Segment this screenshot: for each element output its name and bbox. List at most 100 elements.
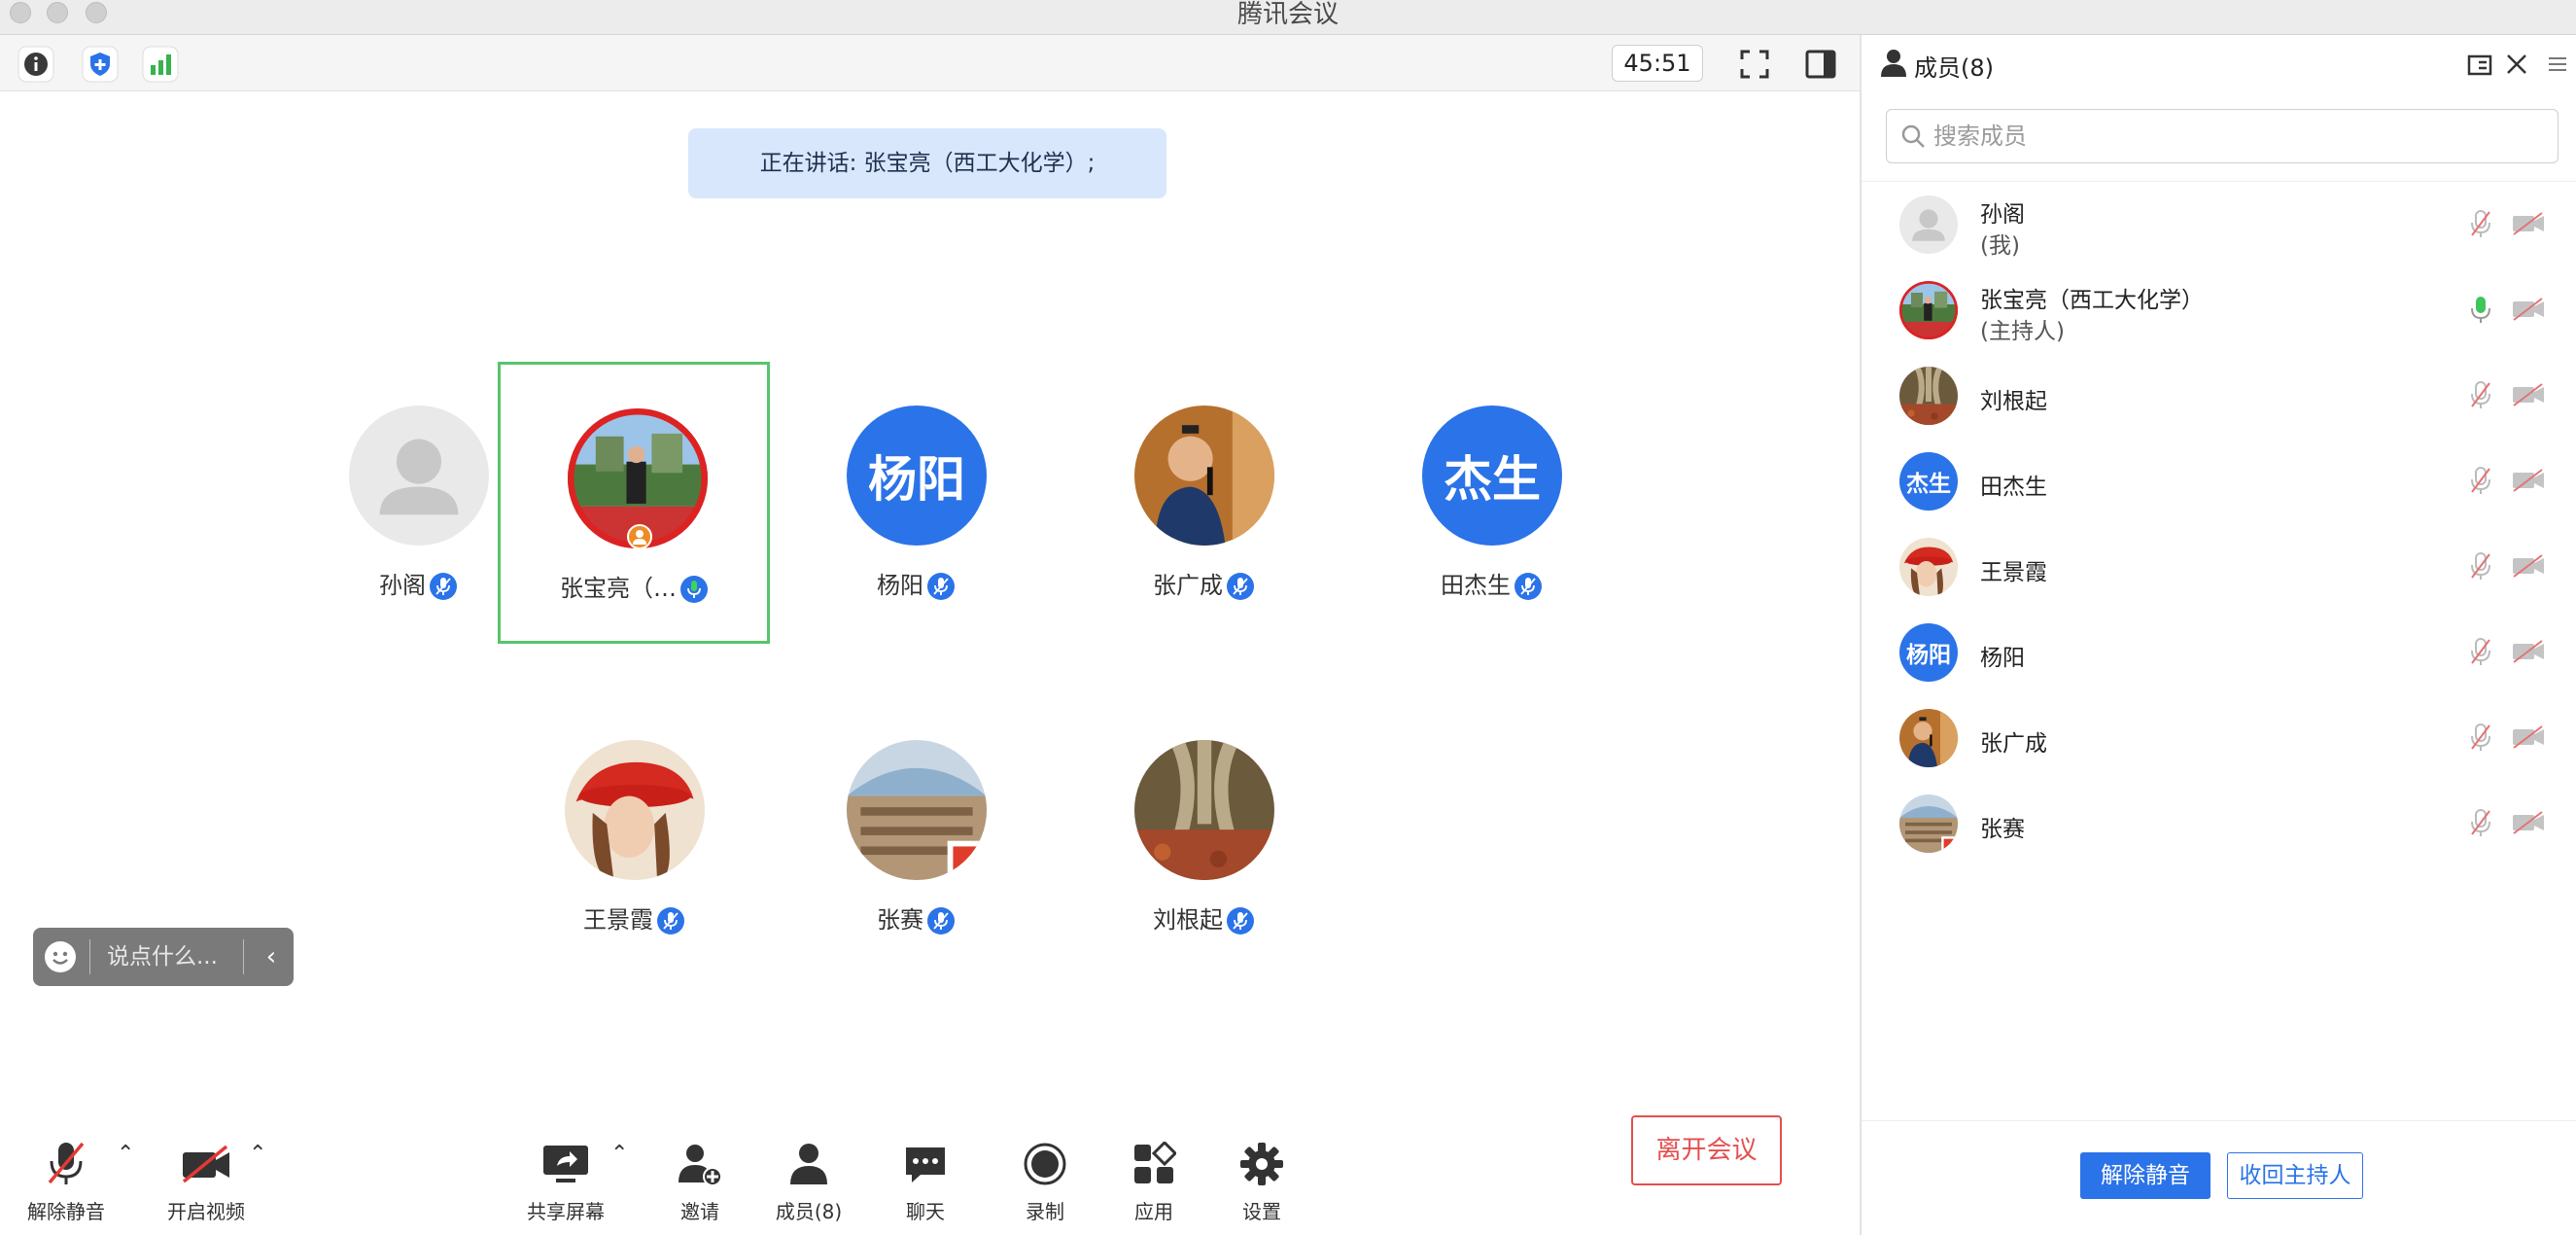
bottom-control-bar: 解除静音 ⌃ 开启视频 ⌃ 共享屏幕 ⌃ 邀请 成员(8) 聊天 录制 应用 设… (0, 1120, 1860, 1235)
camera-off-icon[interactable] (2511, 810, 2546, 839)
avatar (1899, 794, 1958, 853)
share-options-chevron-icon[interactable]: ⌃ (610, 1142, 628, 1166)
member-row[interactable]: 刘根起 (1862, 353, 2576, 439)
member-role: (主持人) (1980, 319, 2065, 344)
start-video-button[interactable]: 开启视频 (161, 1120, 251, 1227)
mic-active-icon[interactable] (2469, 295, 2492, 328)
camera-off-icon[interactable] (2511, 297, 2546, 326)
avatar: 杰生 (1422, 406, 1562, 546)
divider (243, 939, 244, 974)
close-icon[interactable] (2503, 51, 2530, 82)
member-name: 孙阁 (1980, 202, 2025, 228)
mic-muted-icon[interactable] (2469, 808, 2492, 841)
leave-meeting-button[interactable]: 离开会议 (1631, 1115, 1782, 1185)
member-name: 杨阳 (1980, 646, 2025, 671)
camera-off-icon (180, 1140, 232, 1188)
member-search-input[interactable]: 搜索成员 (1886, 109, 2559, 163)
mic-muted-icon (40, 1140, 92, 1188)
participant-tile[interactable]: 张广成 (1067, 362, 1340, 644)
popout-icon[interactable] (2466, 51, 2495, 84)
avatar (1899, 281, 1958, 339)
share-screen-label: 共享屏幕 (527, 1200, 605, 1223)
user-icon (783, 1140, 835, 1188)
avatar (1134, 740, 1274, 880)
participant-tile[interactable]: 刘根起 (1067, 696, 1340, 978)
member-row[interactable]: 张赛 (1862, 781, 2576, 866)
unmute-button[interactable]: 解除静音 (25, 1120, 107, 1227)
member-row[interactable]: 张广成 (1862, 695, 2576, 781)
video-options-chevron-icon[interactable]: ⌃ (249, 1142, 266, 1166)
participant-name: 张赛 (780, 900, 1052, 935)
camera-off-icon[interactable] (2511, 553, 2546, 582)
info-icon[interactable] (17, 46, 54, 83)
camera-off-icon[interactable] (2511, 639, 2546, 668)
divider (89, 939, 90, 974)
mic-muted-icon[interactable] (2469, 551, 2492, 584)
mic-muted-icon[interactable] (2469, 466, 2492, 499)
member-row[interactable]: 杰生 田杰生 (1862, 439, 2576, 524)
members-button[interactable]: 成员(8) (768, 1120, 850, 1227)
avatar-initials: 杰生 (1906, 472, 1951, 497)
participant-name: 田杰生 (1355, 566, 1627, 600)
mic-muted-icon[interactable] (2469, 380, 2492, 413)
record-button[interactable]: 录制 (1007, 1120, 1083, 1227)
mic-muted-icon[interactable] (2469, 209, 2492, 242)
camera-off-icon[interactable] (2511, 468, 2546, 497)
revoke-host-button[interactable]: 收回主持人 (2227, 1152, 2363, 1199)
mic-muted-icon[interactable] (2469, 723, 2492, 756)
collapse-chevron-icon[interactable]: ‹ (255, 928, 288, 986)
participant-name: 刘根起 (1067, 900, 1340, 935)
signal-icon[interactable] (142, 46, 179, 83)
apps-label: 应用 (1134, 1200, 1173, 1223)
participant-tile[interactable]: 杨阳 杨阳 (780, 362, 1052, 644)
mic-muted-icon (1227, 573, 1254, 600)
member-list: 孙阁 (我) 张宝亮（西工大化学） (主持人) 刘根起 杰生 田杰生 王景霞 杨阳 杨阳 张广成 张赛 (1862, 181, 2576, 866)
participant-name: 杨阳 (780, 566, 1052, 600)
camera-off-icon[interactable] (2511, 211, 2546, 240)
avatar (1899, 709, 1958, 767)
mic-muted-icon[interactable] (2469, 637, 2492, 670)
video-area: 45:51 正在讲话: 张宝亮（西工大化学）; 孙阁 张宝亮（… 杨阳 杨阳 张广成 杰生… (0, 35, 1860, 1235)
avatar: 杰生 (1899, 452, 1958, 511)
camera-off-icon[interactable] (2511, 724, 2546, 754)
member-row[interactable]: 杨阳 杨阳 (1862, 610, 2576, 695)
member-row[interactable]: 王景霞 (1862, 524, 2576, 610)
participant-tile[interactable]: 张宝亮（… (498, 362, 770, 644)
chat-label: 聊天 (906, 1200, 945, 1223)
chat-input[interactable]: 说点什么... (107, 928, 218, 986)
member-row[interactable]: 孙阁 (我) (1862, 182, 2576, 267)
participant-tile[interactable]: 杰生 田杰生 (1355, 362, 1627, 644)
participant-tile[interactable]: 王景霞 (498, 696, 770, 978)
participant-name-text: 刘根起 (1153, 906, 1223, 934)
share-screen-icon (540, 1140, 592, 1188)
apps-button[interactable]: 应用 (1116, 1120, 1192, 1227)
member-row[interactable]: 张宝亮（西工大化学） (主持人) (1862, 267, 2576, 353)
menu-icon[interactable] (2546, 53, 2569, 80)
unmute-all-button[interactable]: 解除静音 (2080, 1152, 2210, 1199)
invite-label: 邀请 (680, 1200, 719, 1223)
record-label: 录制 (1026, 1200, 1064, 1223)
mic-muted-icon (430, 573, 457, 600)
audio-options-chevron-icon[interactable]: ⌃ (117, 1142, 134, 1166)
participant-name: 张广成 (1067, 566, 1340, 600)
fullscreen-icon[interactable] (1736, 46, 1773, 83)
members-label: 成员(8) (775, 1200, 843, 1223)
settings-button[interactable]: 设置 (1225, 1120, 1299, 1227)
invite-button[interactable]: 邀请 (661, 1120, 739, 1227)
avatar (1899, 538, 1958, 596)
panel-toggle-icon[interactable] (1802, 46, 1839, 83)
chat-button[interactable]: 聊天 (887, 1120, 964, 1227)
shield-icon[interactable] (82, 46, 119, 83)
camera-off-icon[interactable] (2511, 382, 2546, 411)
share-screen-button[interactable]: 共享屏幕 (521, 1120, 610, 1227)
participant-tile[interactable]: 张赛 (780, 696, 1052, 978)
emoji-icon[interactable] (45, 941, 76, 972)
participant-name-text: 杨阳 (877, 572, 923, 599)
speaking-banner: 正在讲话: 张宝亮（西工大化学）; (688, 128, 1166, 198)
quick-chat-bar[interactable]: 说点什么... ‹ (33, 928, 294, 986)
apps-grid-icon (1128, 1140, 1180, 1188)
mic-muted-icon (927, 573, 955, 600)
user-icon (1879, 49, 1908, 82)
avatar (847, 740, 987, 880)
panel-header: 成员(8) (1862, 35, 2576, 95)
